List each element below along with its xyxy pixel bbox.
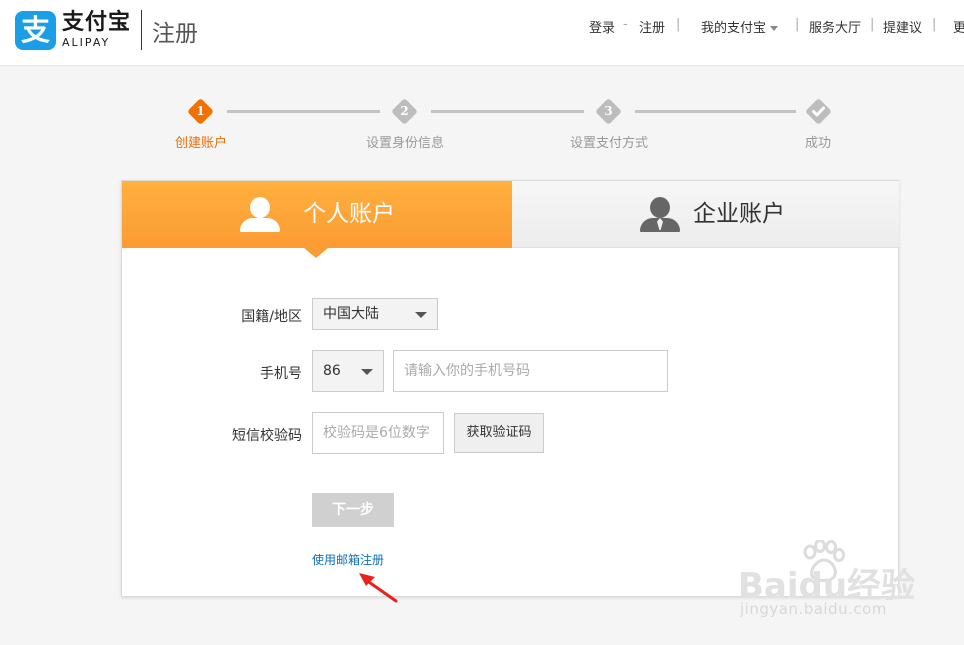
nav-separator: |	[870, 17, 875, 32]
alipay-logo[interactable]: 支 支付宝 ALIPAY	[15, 11, 131, 50]
page-title: 注册	[152, 21, 198, 47]
alipay-logo-icon: 支	[15, 11, 56, 50]
email-register-link[interactable]: 使用邮箱注册	[312, 551, 384, 568]
person-icon	[240, 197, 280, 233]
check-icon	[805, 98, 832, 125]
nav-separator: -	[623, 17, 628, 32]
nationality-label: 国籍/地区	[241, 309, 302, 325]
watermark-sub-text: jingyan.baidu.com	[740, 600, 887, 618]
country-code-value: 86	[323, 363, 341, 379]
nav-register[interactable]: 注册	[639, 17, 665, 36]
step-connector	[635, 110, 796, 113]
nav-my-alipay-label: 我的支付宝	[701, 21, 767, 36]
logo-cn-text: 支付宝	[62, 9, 132, 35]
nav-separator: |	[795, 17, 800, 32]
header: 支 支付宝 ALIPAY 注册 登录 - 注册 | 我的支付宝 | 服务大厅 |…	[0, 0, 964, 66]
logo-divider	[141, 10, 142, 50]
nav-more[interactable]: 更	[953, 17, 964, 36]
sms-code-label: 短信校验码	[232, 428, 302, 444]
nav-service-hall[interactable]: 服务大厅	[809, 17, 861, 36]
logo-en-text: ALIPAY	[62, 35, 111, 49]
next-step-button[interactable]: 下一步	[312, 493, 394, 527]
step-3-icon: 3	[595, 98, 622, 125]
nationality-select[interactable]: 中国大陆	[312, 298, 438, 330]
sms-code-input[interactable]: 校验码是6位数字	[312, 412, 444, 454]
nav-suggestion[interactable]: 提建议	[883, 17, 922, 36]
country-code-select[interactable]: 86	[312, 350, 384, 392]
step-connector	[227, 110, 380, 113]
tab-personal-label: 个人账户	[303, 201, 395, 227]
phone-label: 手机号	[260, 366, 302, 382]
tab-pointer	[304, 248, 328, 258]
step-1-label: 创建账户	[174, 136, 228, 151]
logo-glyph: 支	[20, 13, 50, 47]
step-3-label: 设置支付方式	[569, 136, 649, 151]
register-card: 个人账户 企业账户 国籍/地区 中国大陆 手机号 86 请输入你的手机号码 短信…	[121, 180, 899, 597]
step-2-icon: 2	[391, 98, 418, 125]
nav-my-alipay[interactable]: 我的支付宝	[701, 17, 779, 36]
step-4-label: 成功	[804, 136, 832, 151]
step-2-label: 设置身份信息	[365, 136, 445, 151]
baidu-watermark: Baidu经验 jingyan.baidu.com	[738, 540, 948, 628]
tab-business-account[interactable]: 企业账户	[512, 181, 899, 248]
chevron-down-icon	[770, 26, 779, 31]
nav-separator: |	[676, 17, 681, 32]
nav-login[interactable]: 登录	[589, 17, 615, 36]
tab-personal-account[interactable]: 个人账户	[122, 181, 512, 258]
phone-input[interactable]: 请输入你的手机号码	[393, 350, 668, 392]
step-1-icon: 1	[187, 98, 214, 125]
chevron-down-icon	[415, 312, 427, 318]
tab-business-label: 企业账户	[693, 201, 785, 227]
chevron-down-icon	[361, 369, 373, 375]
nationality-value: 中国大陆	[323, 306, 379, 322]
step-connector	[431, 110, 584, 113]
nav-separator: |	[932, 17, 937, 32]
red-arrow-annotation	[359, 573, 398, 603]
business-person-icon	[640, 197, 680, 233]
get-code-button[interactable]: 获取验证码	[454, 413, 544, 453]
